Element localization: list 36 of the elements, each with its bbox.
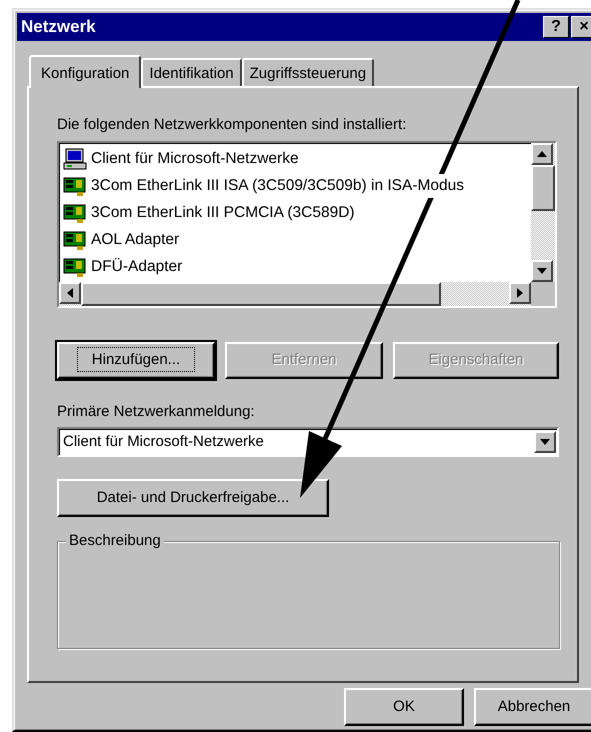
scroll-thumb[interactable] bbox=[531, 164, 555, 210]
window-title: Netzwerk bbox=[21, 16, 96, 38]
horizontal-scrollbar[interactable] bbox=[59, 282, 531, 306]
scroll-up-button[interactable] bbox=[531, 142, 553, 164]
vertical-scrollbar[interactable] bbox=[531, 142, 555, 282]
network-card-icon bbox=[63, 229, 87, 251]
tab[interactable]: Zugriffssteuerung bbox=[242, 58, 374, 86]
network-card-icon bbox=[63, 256, 87, 278]
components-label: Die folgenden Netzwerkkomponenten sind installiert: bbox=[57, 115, 408, 135]
up-arrow-icon bbox=[537, 150, 547, 156]
computer-icon bbox=[63, 148, 87, 170]
right-arrow-icon bbox=[517, 288, 523, 298]
left-arrow-icon bbox=[67, 288, 73, 298]
help-button[interactable]: ? bbox=[543, 16, 569, 38]
network-card-icon bbox=[63, 175, 87, 197]
dropdown-arrow-button[interactable] bbox=[534, 431, 556, 453]
action-button[interactable]: Hinzufügen... bbox=[57, 342, 215, 378]
file-printer-sharing-button[interactable]: Datei- und Druckerfreigabe... bbox=[57, 479, 329, 517]
ok-button[interactable]: OK bbox=[344, 688, 464, 726]
primary-logon-dropdown[interactable]: Client für Microsoft-Netzwerke bbox=[57, 427, 559, 457]
down-arrow-icon bbox=[540, 439, 550, 445]
tab[interactable]: Konfiguration bbox=[29, 55, 142, 88]
scroll-right-button[interactable] bbox=[509, 282, 531, 304]
network-card-icon bbox=[63, 202, 87, 224]
tab[interactable]: Identifikation bbox=[141, 58, 242, 86]
group-title: Beschreibung bbox=[66, 531, 164, 551]
scroll-down-button[interactable] bbox=[531, 260, 553, 282]
scroll-left-button[interactable] bbox=[59, 282, 81, 304]
components-list[interactable]: Client für Microsoft-Netzwerke 3Com EtherLink III ISA (3C509/3C509b) in ISA-Modus 3Com EtherLink III PCMCIA (3C589D) AOL Adapter DFÜ-Adapter bbox=[57, 140, 557, 308]
primary-logon-label: Primäre Netzwerkanmeldung: bbox=[57, 402, 256, 422]
list-item-text[interactable]: 3Com EtherLink III ISA (3C509/3C509b) in ISA-Modus bbox=[91, 174, 466, 198]
cancel-button[interactable]: Abbrechen bbox=[474, 688, 591, 726]
scrollbar-corner bbox=[531, 282, 555, 306]
down-arrow-icon bbox=[537, 268, 547, 274]
close-button[interactable]: × bbox=[571, 16, 591, 38]
scroll-thumb[interactable] bbox=[81, 282, 441, 306]
